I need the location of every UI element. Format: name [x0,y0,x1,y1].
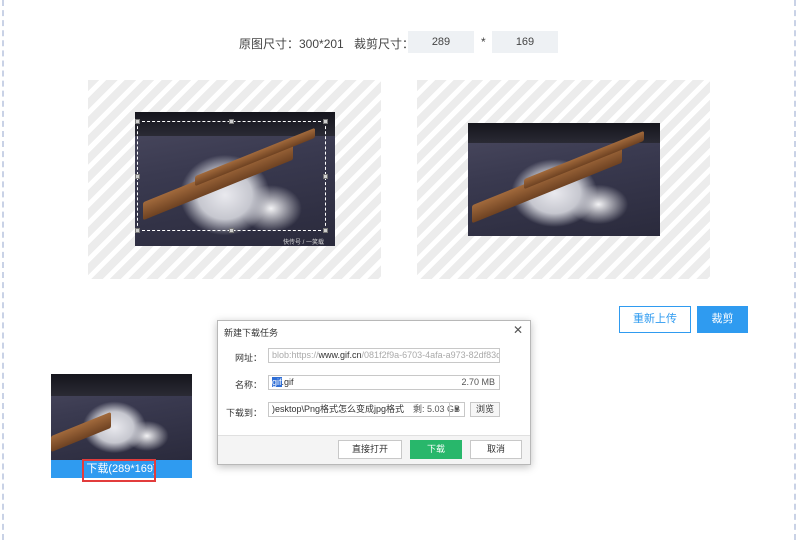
crop-handle-bottom[interactable] [229,228,234,233]
crop-handle-bottom-left[interactable] [135,228,140,233]
dialog-title: 新建下载任务 [224,328,279,338]
original-size-label: 原图尺寸：300*201 [239,37,344,51]
page-left-dashed-border [2,0,4,540]
crop-handle-top[interactable] [229,119,234,124]
times-sign: * [481,35,486,49]
crop-size-label: 裁剪尺寸： [354,37,415,51]
url-field[interactable]: blob:https://www.gif.cn/081f2f9a-6703-4a… [268,348,500,363]
crop-handle-top-right[interactable] [323,119,328,124]
reupload-button[interactable]: 重新上传 [619,306,691,333]
crop-handle-left[interactable] [135,174,140,179]
download-highlight-box [82,459,156,482]
page-right-dashed-border [794,0,796,540]
crop-handle-top-left[interactable] [135,119,140,124]
cancel-button[interactable]: 取消 [470,440,522,459]
crop-height-input[interactable]: 169 [492,31,558,53]
size-row: 原图尺寸：300*201 裁剪尺寸： 289 * 169 [0,31,800,53]
chevron-down-icon[interactable]: ▾ [449,402,465,417]
new-download-dialog: 新建下载任务 ✕ 网址： blob:https://www.gif.cn/081… [217,320,531,465]
download-confirm-button[interactable]: 下载 [410,440,462,459]
crop-handle-right[interactable] [323,174,328,179]
crop-handle-bottom-right[interactable] [323,228,328,233]
result-thumbnail [51,374,192,460]
cropped-preview-image [468,123,660,236]
file-name-field[interactable]: gif.gif 2.70 MB [268,375,500,390]
crop-button[interactable]: 裁剪 [697,306,748,333]
name-label: 名称： [234,380,262,390]
file-size: 2.70 MB [461,377,495,387]
browse-button[interactable]: 浏览 [470,402,500,417]
save-to-label: 下载到： [225,408,262,418]
url-label: 网址： [234,353,262,363]
save-path-field[interactable]: )esktop\Png格式怎么变成jpg格式 剩: 5.03 GB [268,402,465,417]
image-watermark: 快传号 / 一笑载 [283,240,325,246]
open-directly-button[interactable]: 直接打开 [338,440,402,459]
crop-width-input[interactable]: 289 [408,31,474,53]
file-name-selection: gif [272,377,282,387]
close-icon[interactable]: ✕ [513,323,523,337]
crop-selection-frame[interactable] [137,121,326,231]
